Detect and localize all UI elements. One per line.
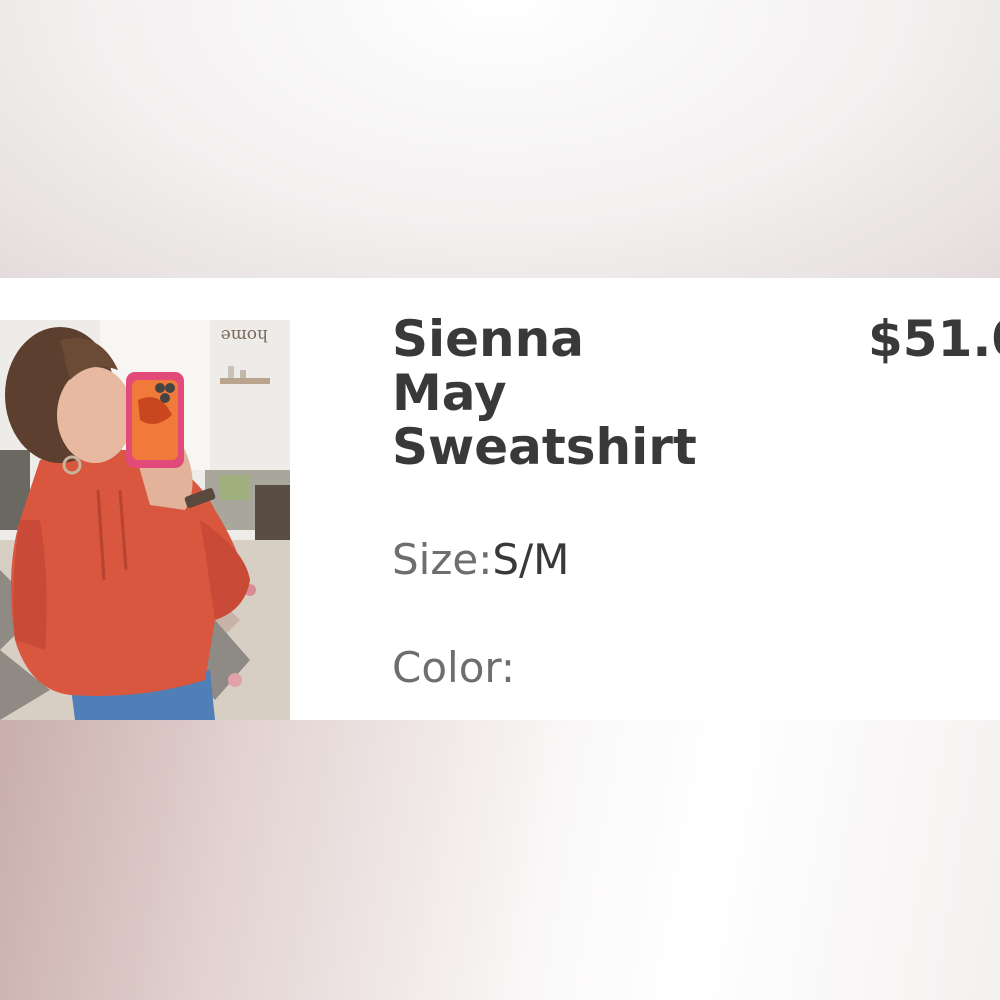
product-title-line: Sweatshirt — [392, 418, 697, 476]
product-price: $51.0 — [868, 310, 1000, 368]
product-photo[interactable]: home — [0, 320, 290, 720]
size-label: Size: — [392, 535, 493, 584]
size-value: S/M — [492, 535, 570, 584]
size-row: Size:S/M — [392, 535, 569, 584]
product-title[interactable]: Sienna May Sweatshirt — [392, 312, 722, 474]
product-title-line: May — [392, 364, 507, 422]
face — [57, 367, 133, 463]
wall-sign: home — [221, 325, 268, 345]
product-card[interactable]: home Sienna May Sweatshirt $51. Size:S/M… — [0, 278, 1000, 720]
color-row: Color: — [392, 643, 515, 692]
product-title-line: Sienna — [392, 310, 584, 368]
color-label: Color: — [392, 643, 516, 692]
background-top — [0, 0, 1000, 278]
background-bottom — [0, 720, 1000, 1000]
